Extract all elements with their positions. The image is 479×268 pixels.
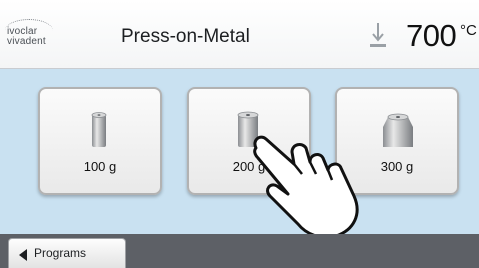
ivoclar-vivadent-logo: ivoclar vivadent — [5, 19, 53, 51]
thermometer-arrow-down-icon — [370, 23, 386, 47]
small-ingot-icon — [91, 112, 107, 147]
large-ingot-icon — [383, 113, 413, 147]
programs-back-button[interactable]: Programs — [8, 238, 126, 268]
pointing-hand-icon — [253, 135, 359, 239]
programs-back-label: Programs — [34, 246, 87, 260]
content-area: 100 g 200 g 300 g — [0, 69, 479, 234]
tile-label-100g: 100 g — [83, 159, 117, 174]
weight-100g-button[interactable]: 100 g — [38, 87, 162, 195]
temperature-value: 700 — [406, 18, 457, 53]
header-bar: ivoclar vivadent Press-on-Metal 700 °C — [0, 0, 479, 69]
temperature-unit: °C — [460, 22, 477, 39]
page-title: Press-on-Metal — [121, 26, 250, 47]
logo-line2: vivadent — [7, 36, 46, 47]
triangle-left-icon — [19, 249, 27, 261]
